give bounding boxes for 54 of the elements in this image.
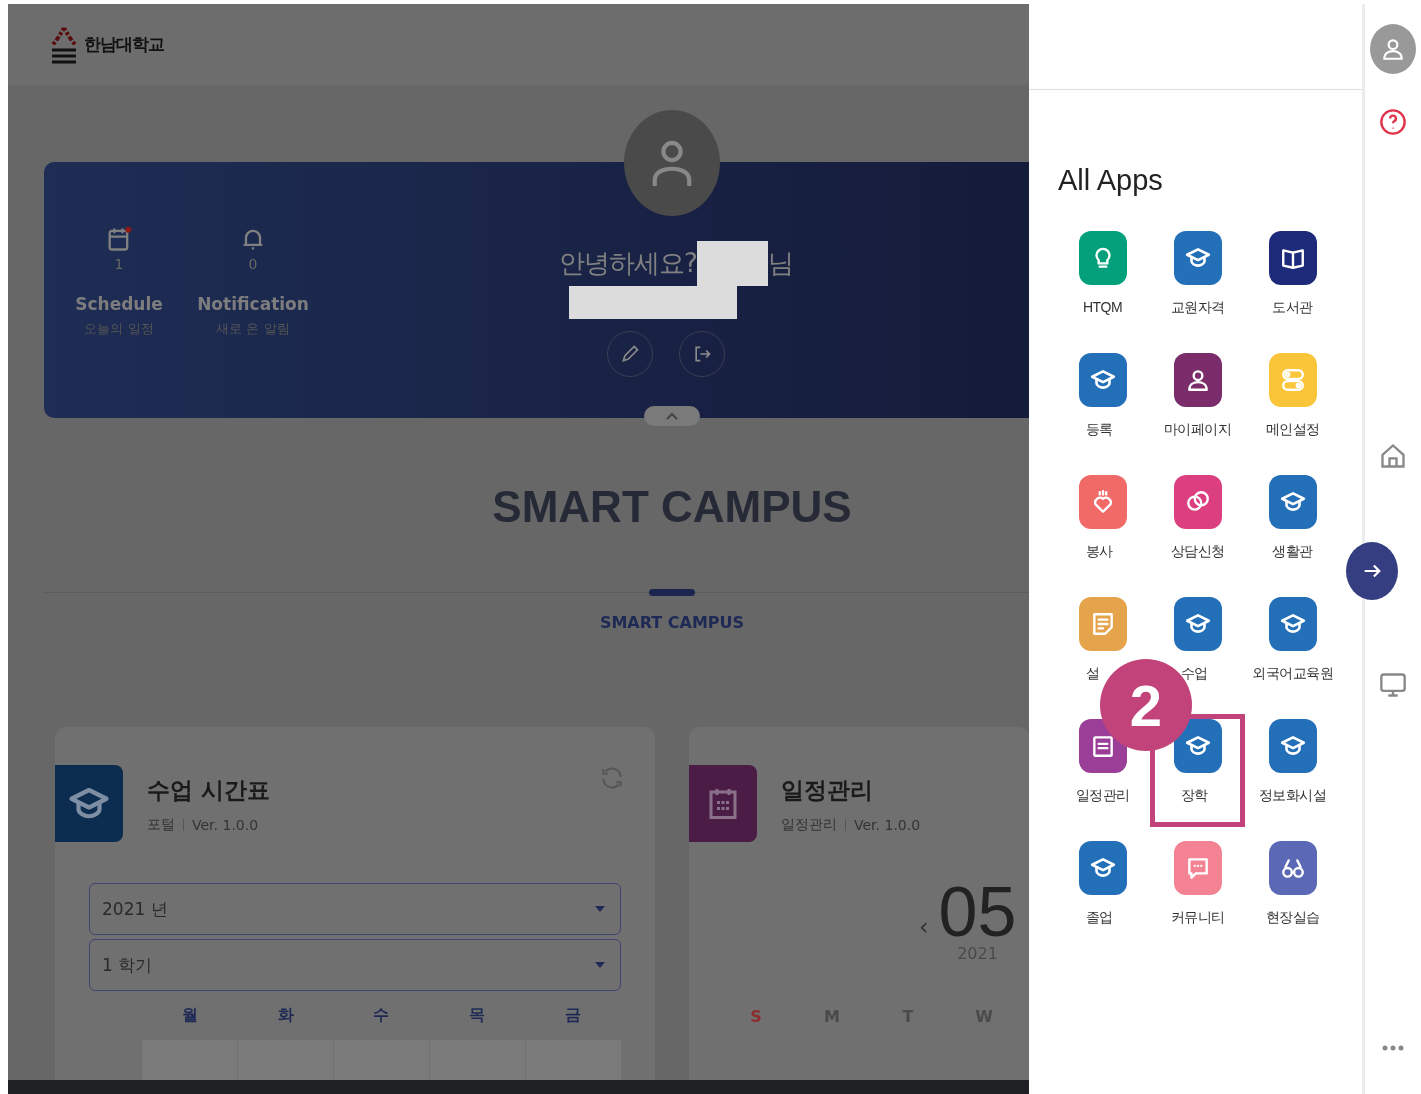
app-launcher[interactable]: 생활관 [1245, 470, 1340, 583]
toggles-icon [1279, 367, 1306, 393]
monitor-icon [1379, 671, 1407, 699]
more-button[interactable] [1381, 1044, 1405, 1052]
collapse-button[interactable] [644, 406, 700, 426]
monitor-button[interactable] [1379, 671, 1407, 699]
app-launcher[interactable]: 봉사 [1055, 470, 1150, 583]
card-version: Ver. 1.0.0 [192, 817, 259, 833]
weekday-header: 금 [564, 1005, 583, 1026]
card-source: 일정관리 [781, 816, 837, 834]
card-source: 포털 [147, 816, 175, 834]
app-launcher[interactable]: 정보화시설 [1245, 714, 1340, 827]
tab-indicator [649, 589, 695, 596]
university-logo-icon [50, 25, 78, 64]
app-launcher[interactable]: 교원자격 [1150, 226, 1245, 339]
chevron-up-icon [665, 411, 679, 421]
expand-arrow-button[interactable] [1346, 542, 1398, 600]
stat-count: 0 [248, 256, 258, 272]
more-icon [1381, 1044, 1405, 1052]
weekday-header: 월 [180, 1005, 199, 1026]
honorific-text: 님 [767, 247, 793, 280]
app-launcher[interactable]: 졸업 [1055, 836, 1150, 949]
stat-count: 1 [114, 256, 124, 272]
help-button[interactable] [1379, 108, 1407, 136]
logout-icon [692, 344, 712, 364]
app-launcher[interactable]: 등록 [1055, 348, 1150, 461]
dropdown-caret-icon [594, 961, 606, 969]
panel-title: All Apps [1058, 164, 1164, 197]
user-avatar-button[interactable] [1370, 24, 1416, 74]
stat-caption: 오늘의 일정 [84, 320, 154, 338]
app-launcher[interactable]: 외국어교육원 [1245, 592, 1340, 705]
card-version: Ver. 1.0.0 [854, 817, 921, 833]
greeting-text: 안녕하세요? [559, 247, 697, 280]
card-title: 수업 시간표 [147, 776, 270, 805]
hero-title: SMART CAMPUS [492, 482, 852, 532]
university-name: 한남대학교 [84, 33, 164, 56]
pencil-icon [620, 344, 640, 364]
app-launcher[interactable]: 도서관 [1245, 226, 1340, 339]
app-launcher[interactable]: 현장실습 [1245, 836, 1340, 949]
app-launcher[interactable]: HTQM [1055, 226, 1150, 339]
app-launcher[interactable]: 마이페이지 [1150, 348, 1245, 461]
month-number: 05 [938, 880, 1017, 944]
app-launcher[interactable]: 상담신청 [1150, 470, 1245, 583]
weekday-header: 목 [468, 1005, 487, 1026]
app-launcher[interactable]: 메인설정 [1245, 348, 1340, 461]
app-launcher[interactable]: 커뮤니티 [1150, 836, 1245, 949]
weekday-label: S [749, 1007, 763, 1026]
home-icon [1379, 441, 1407, 471]
home-button[interactable] [1379, 441, 1407, 471]
card-title: 일정관리 [781, 776, 874, 805]
weekday-header: 화 [276, 1005, 295, 1026]
dropdown-caret-icon [594, 905, 606, 913]
help-icon [1379, 108, 1407, 136]
weekday-header: 수 [372, 1005, 391, 1026]
